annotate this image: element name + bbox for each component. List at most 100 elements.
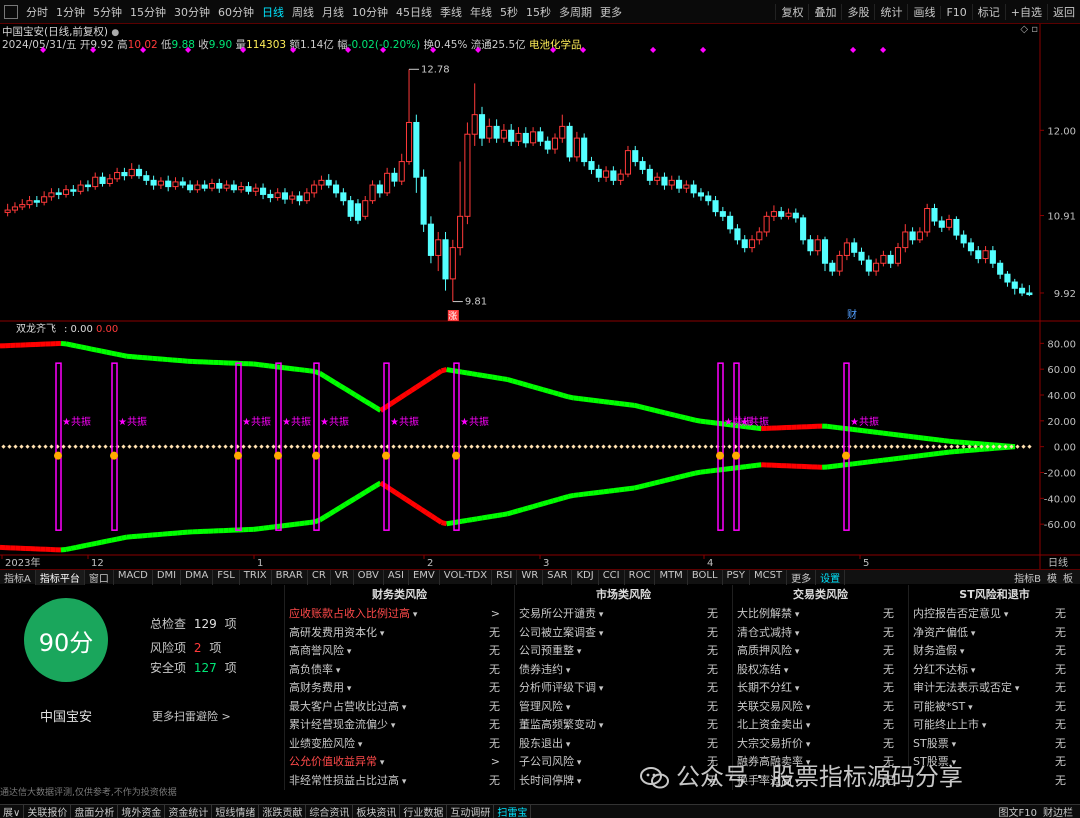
- risk-item[interactable]: 债券违约 ▾ 无: [515, 661, 732, 680]
- indicator-tab-0[interactable]: 指标A: [0, 569, 36, 585]
- risk-item[interactable]: 公司被立案调查 ▾ 无: [515, 624, 732, 643]
- dropdown-icon[interactable]: ▾: [333, 666, 341, 676]
- bottom-tab-8[interactable]: 板块资讯: [353, 804, 401, 818]
- dropdown-icon[interactable]: ▾: [399, 703, 407, 713]
- bottom-tab-11[interactable]: 扫雷宝: [494, 804, 532, 818]
- indicator-tab-11[interactable]: OBV: [354, 569, 384, 585]
- dropdown-icon[interactable]: ▾: [979, 721, 987, 731]
- indicator-tab-18[interactable]: KDJ: [572, 569, 599, 585]
- risk-item[interactable]: 公允价值收益异常 ▾ >: [285, 753, 514, 772]
- indicator-tab-3[interactable]: MACD: [114, 569, 153, 585]
- risk-item[interactable]: 董监高频繁变动 ▾ 无: [515, 716, 732, 735]
- risk-item[interactable]: 大宗交易折价 ▾ 无: [733, 735, 908, 754]
- dropdown-icon[interactable]: ▾: [410, 610, 418, 620]
- bottom-tab-1[interactable]: 关联报价: [24, 804, 72, 818]
- dropdown-icon[interactable]: ▾: [792, 610, 800, 620]
- dropdown-icon[interactable]: ▾: [574, 777, 582, 787]
- dropdown-icon[interactable]: ▾: [792, 647, 800, 657]
- risk-item[interactable]: 清仓式减持 ▾ 无: [733, 624, 908, 643]
- dropdown-icon[interactable]: ▾: [399, 777, 407, 787]
- indicator-tab-26[interactable]: 设置: [816, 569, 846, 585]
- risk-item[interactable]: 可能终止上市 ▾ 无: [909, 716, 1080, 735]
- risk-item[interactable]: 累计经营现金流偏少 ▾ 无: [285, 716, 514, 735]
- risk-item[interactable]: 净资产偏低 ▾ 无: [909, 624, 1080, 643]
- risk-item[interactable]: 长期不分红 ▾ 无: [733, 679, 908, 698]
- dropdown-icon[interactable]: ▾: [1012, 684, 1020, 694]
- more-scan-link[interactable]: 更多扫雷避险 >: [152, 708, 231, 724]
- risk-item[interactable]: 关联交易风险 ▾ 无: [733, 698, 908, 717]
- indicator-tab-14[interactable]: VOL-TDX: [440, 569, 493, 585]
- indicator-tab-23[interactable]: PSY: [723, 569, 751, 585]
- risk-item[interactable]: 分红不达标 ▾ 无: [909, 661, 1080, 680]
- indicator-tab-8[interactable]: BRAR: [272, 569, 308, 585]
- risk-item[interactable]: 分析师评级下调 ▾ 无: [515, 679, 732, 698]
- bottom-tab-0[interactable]: 展∨: [0, 804, 25, 818]
- dropdown-icon[interactable]: ▾: [957, 647, 965, 657]
- indicator-tab-25[interactable]: 更多: [787, 569, 817, 585]
- bottom-tab-2[interactable]: 盘面分析: [71, 804, 119, 818]
- risk-item[interactable]: 最大客户占营收比过高 ▾ 无: [285, 698, 514, 717]
- indicator-tab-5[interactable]: DMA: [181, 569, 214, 585]
- dropdown-icon[interactable]: ▾: [563, 666, 571, 676]
- risk-item[interactable]: ST股票 ▾ 无: [909, 735, 1080, 754]
- bottom-tab-9[interactable]: 行业数据: [400, 804, 448, 818]
- dropdown-icon[interactable]: ▾: [377, 758, 385, 768]
- risk-item[interactable]: 北上资金卖出 ▾ 无: [733, 716, 908, 735]
- kline-chart[interactable]: 12.00 10.91 9.92 12.78 9.81 涨 财 ◆ ◆ ◆ ◆ ◆ ◆ ◆ ◆ ◆ ◆ ◆ ◆ ◆ ◆ ◆…: [0, 0, 1080, 569]
- risk-item[interactable]: 公司预重整 ▾ 无: [515, 642, 732, 661]
- dropdown-icon[interactable]: ▾: [574, 647, 582, 657]
- bottom-tab-10[interactable]: 互动调研: [447, 804, 495, 818]
- risk-item[interactable]: 高负债率 ▾ 无: [285, 661, 514, 680]
- dropdown-icon[interactable]: ▾: [781, 666, 789, 676]
- dropdown-icon[interactable]: ▾: [355, 740, 363, 750]
- dropdown-icon[interactable]: ▾: [596, 629, 604, 639]
- dropdown-icon[interactable]: ▾: [377, 629, 385, 639]
- risk-item[interactable]: 交易所公开谴责 ▾ 无: [515, 605, 732, 624]
- indicator-tab-2[interactable]: 窗口: [85, 569, 114, 585]
- dropdown-icon[interactable]: ▾: [792, 629, 800, 639]
- dropdown-icon[interactable]: ▾: [574, 758, 582, 768]
- risk-item[interactable]: 股东退出 ▾ 无: [515, 735, 732, 754]
- dropdown-icon[interactable]: ▾: [965, 703, 973, 713]
- dropdown-icon[interactable]: ▾: [563, 740, 571, 750]
- dropdown-icon[interactable]: ▾: [563, 703, 571, 713]
- dropdown-icon[interactable]: ▾: [803, 740, 811, 750]
- risk-item[interactable]: 内控报告否定意见 ▾ 无: [909, 605, 1080, 624]
- indicator-tab-7[interactable]: TRIX: [240, 569, 272, 585]
- dropdown-icon[interactable]: ▾: [803, 721, 811, 731]
- risk-item[interactable]: 高财务费用 ▾ 无: [285, 679, 514, 698]
- risk-item[interactable]: 高商誉风险 ▾ 无: [285, 642, 514, 661]
- risk-item[interactable]: 高研发费用资本化 ▾ 无: [285, 624, 514, 643]
- dropdown-icon[interactable]: ▾: [388, 721, 396, 731]
- bottom-tab-3[interactable]: 境外资金: [118, 804, 166, 818]
- indicator-tab-right-1[interactable]: 模: [1044, 570, 1060, 585]
- risk-item[interactable]: 审计无法表示或否定 ▾ 无: [909, 679, 1080, 698]
- dropdown-icon[interactable]: ▾: [596, 721, 604, 731]
- dropdown-icon[interactable]: ▾: [792, 684, 800, 694]
- dropdown-icon[interactable]: ▾: [596, 684, 604, 694]
- indicator-tab-13[interactable]: EMV: [409, 569, 440, 585]
- indicator-tab-4[interactable]: DMI: [153, 569, 182, 585]
- risk-item[interactable]: 非经常性损益占比过高 ▾ 无: [285, 772, 514, 791]
- dropdown-icon[interactable]: ▾: [1001, 610, 1009, 620]
- bottom-tab-7[interactable]: 综合资讯: [306, 804, 354, 818]
- indicator-tab-19[interactable]: CCI: [599, 569, 625, 585]
- dropdown-icon[interactable]: ▾: [803, 703, 811, 713]
- indicator-tab-right-0[interactable]: 指标B: [1011, 570, 1044, 585]
- bottom-tab-6[interactable]: 涨跌贡献: [259, 804, 307, 818]
- indicator-tab-10[interactable]: VR: [331, 569, 354, 585]
- dropdown-icon[interactable]: ▾: [344, 647, 352, 657]
- bottom-tab-5[interactable]: 短线情绪: [212, 804, 260, 818]
- risk-item[interactable]: 应收账款占收入比例过高 ▾ >: [285, 605, 514, 624]
- indicator-tab-12[interactable]: ASI: [384, 569, 409, 585]
- risk-item[interactable]: 大比例解禁 ▾ 无: [733, 605, 908, 624]
- indicator-tab-17[interactable]: SAR: [543, 569, 573, 585]
- bottom-tab-4[interactable]: 资金统计: [165, 804, 213, 818]
- indicator-tab-22[interactable]: BOLL: [688, 569, 723, 585]
- indicator-tab-20[interactable]: ROC: [625, 569, 656, 585]
- risk-item[interactable]: 业绩变脸风险 ▾ 无: [285, 735, 514, 754]
- indicator-tab-21[interactable]: MTM: [655, 569, 688, 585]
- risk-item[interactable]: 管理风险 ▾ 无: [515, 698, 732, 717]
- dropdown-icon[interactable]: ▾: [596, 610, 604, 620]
- dropdown-icon[interactable]: ▾: [968, 629, 976, 639]
